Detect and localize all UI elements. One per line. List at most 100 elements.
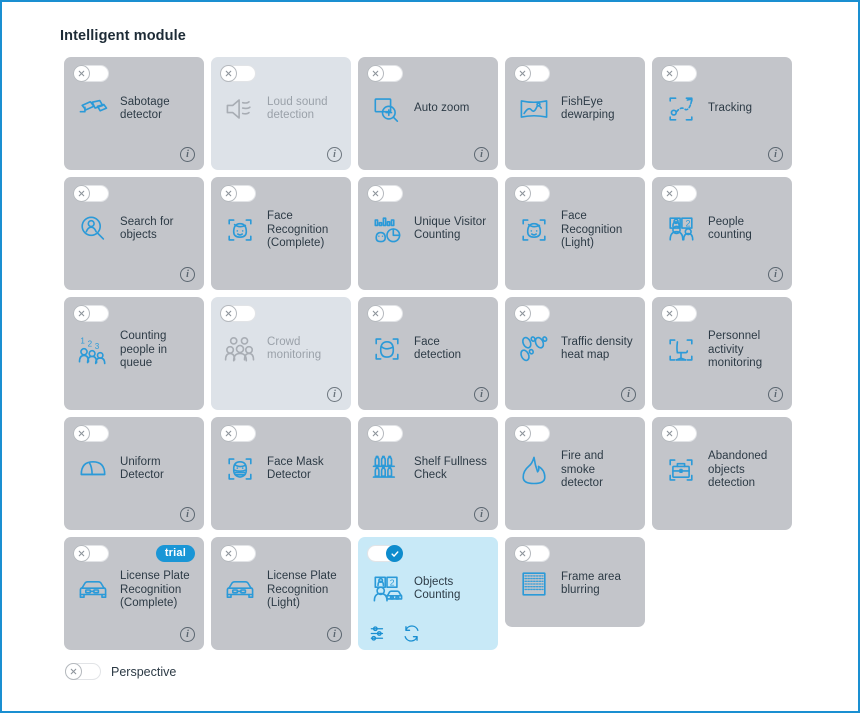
perspective-toggle[interactable] (65, 663, 101, 680)
module-card-auto-zoom[interactable]: Auto zoom i (358, 57, 498, 170)
toggle-crowd-monitoring[interactable] (220, 305, 256, 322)
module-card-crowd-monitoring[interactable]: Crowd monitoring i (211, 297, 351, 410)
module-card-frame-area-blurring[interactable]: Frame area blurring (505, 537, 645, 627)
module-card-label: Fire and smoke detector (561, 450, 604, 489)
toggle-unique-visitor-counting[interactable] (367, 185, 403, 202)
toggle-personnel-activity-monitoring[interactable] (661, 305, 697, 322)
toggle-uniform-detector[interactable] (73, 425, 109, 442)
info-icon[interactable]: i (768, 147, 783, 162)
toggle-frame-area-blurring[interactable] (514, 545, 550, 562)
module-card-label: Face Recognition (Complete) (267, 210, 329, 249)
module-card-fire-and-smoke-detector[interactable]: Fire and smoke detector (505, 417, 645, 530)
toggle-knob-off-icon (220, 425, 237, 442)
info-icon[interactable]: i (180, 507, 195, 522)
toggle-license-plate-recognition-complete[interactable] (73, 545, 109, 562)
toggle-tracking[interactable] (661, 65, 697, 82)
module-card-license-plate-recognition-complete[interactable]: trial License Plate Recognition (Complete… (64, 537, 204, 650)
module-card-body: Fire and smoke detector (515, 450, 637, 491)
info-icon[interactable]: i (327, 387, 342, 402)
toggle-people-counting[interactable] (661, 185, 697, 202)
info-icon[interactable]: i (474, 147, 489, 162)
toggle-knob-off-icon (514, 425, 531, 442)
module-card-label: Shelf Fullness Check (414, 455, 487, 482)
toggle-knob-off-icon (73, 65, 90, 82)
module-card-tracking[interactable]: Tracking i (652, 57, 792, 170)
module-card-body: Face detection (368, 330, 490, 368)
toggle-fire-and-smoke-detector[interactable] (514, 425, 550, 442)
refresh-sync-icon[interactable] (402, 624, 421, 643)
module-card-counting-people-in-queue[interactable]: 1 2 3 Counting people in queue (64, 297, 204, 410)
toggle-knob-off-icon (367, 185, 384, 202)
module-card-personnel-activity-monitoring[interactable]: Personnel activity monitoring i (652, 297, 792, 410)
toggle-face-recognition-light[interactable] (514, 185, 550, 202)
info-icon[interactable]: i (327, 147, 342, 162)
toggle-fisheye-dewarping[interactable] (514, 65, 550, 82)
module-card-face-recognition-light[interactable]: Face Recognition (Light) (505, 177, 645, 290)
perspective-row: Perspective (65, 663, 176, 680)
auto-zoom-icon (368, 90, 406, 128)
toggle-knob-off-icon (220, 65, 237, 82)
face-mask-icon (221, 450, 259, 488)
module-card-uniform-detector[interactable]: Uniform Detector i (64, 417, 204, 530)
people-counting-icon: 2 (662, 210, 700, 248)
info-icon[interactable]: i (768, 387, 783, 402)
module-card-objects-counting[interactable]: 2 Objects Counting (358, 537, 498, 650)
info-icon[interactable]: i (768, 267, 783, 282)
toggle-sabotage-detector[interactable] (73, 65, 109, 82)
footprints-icon (515, 330, 553, 368)
module-card-face-detection[interactable]: Face detection i (358, 297, 498, 410)
info-icon[interactable]: i (621, 387, 636, 402)
toggle-knob-off-icon (661, 425, 678, 442)
toggle-traffic-density-heat-map[interactable] (514, 305, 550, 322)
module-row: Search for objects i Face Recognition (Com… (64, 177, 794, 290)
module-card-body: Sabotage detector (74, 90, 196, 128)
toggle-license-plate-recognition-light[interactable] (220, 545, 256, 562)
toggle-counting-people-in-queue[interactable] (73, 305, 109, 322)
toggle-knob-off-icon (661, 185, 678, 202)
intelligent-module-panel: Intelligent module Sabotage detector i Lou… (0, 0, 860, 713)
loud-sound-icon (221, 90, 259, 128)
toggle-face-detection[interactable] (367, 305, 403, 322)
module-card-label: FishEye dewarping (561, 95, 615, 122)
info-icon[interactable]: i (327, 627, 342, 642)
trial-badge: trial (155, 545, 195, 562)
toggle-face-mask-detector[interactable] (220, 425, 256, 442)
module-card-loud-sound-detection[interactable]: Loud sound detection i (211, 57, 351, 170)
face-recognition-icon (221, 211, 259, 249)
search-person-icon (74, 210, 112, 248)
toggle-face-recognition-complete[interactable] (220, 185, 256, 202)
toggle-objects-counting[interactable] (367, 545, 403, 562)
toggle-auto-zoom[interactable] (367, 65, 403, 82)
info-icon[interactable]: i (180, 147, 195, 162)
module-card-body: 2 Objects Counting (368, 570, 490, 608)
module-card-abandoned-objects-detection[interactable]: Abandoned objects detection (652, 417, 792, 530)
module-card-face-recognition-complete[interactable]: Face Recognition (Complete) (211, 177, 351, 290)
module-card-body: Search for objects (74, 210, 196, 248)
settings-sliders-icon[interactable] (369, 624, 388, 643)
module-card-license-plate-recognition-light[interactable]: License Plate Recognition (Light) i (211, 537, 351, 650)
module-card-sabotage-detector[interactable]: Sabotage detector i (64, 57, 204, 170)
toggle-knob-on-check-icon (386, 545, 403, 562)
toggle-shelf-fullness-check[interactable] (367, 425, 403, 442)
module-card-shelf-fullness-check[interactable]: Shelf Fullness Check i (358, 417, 498, 530)
toggle-search-for-objects[interactable] (73, 185, 109, 202)
module-card-label: Abandoned objects detection (708, 450, 768, 489)
toggle-loud-sound-detection[interactable] (220, 65, 256, 82)
module-card-label: Face Recognition (Light) (561, 210, 623, 249)
module-card-unique-visitor-counting[interactable]: Unique Visitor Counting (358, 177, 498, 290)
module-card-label: License Plate Recognition (Light) (267, 570, 337, 609)
module-card-body: Face Recognition (Light) (515, 210, 637, 251)
module-card-grid: Sabotage detector i Loud sound detection i A… (64, 57, 794, 657)
module-card-search-for-objects[interactable]: Search for objects i (64, 177, 204, 290)
toggle-abandoned-objects-detection[interactable] (661, 425, 697, 442)
module-card-face-mask-detector[interactable]: Face Mask Detector (211, 417, 351, 530)
info-icon[interactable]: i (180, 267, 195, 282)
info-icon[interactable]: i (180, 627, 195, 642)
module-card-body: Tracking (662, 90, 784, 128)
module-card-people-counting[interactable]: 2 People counting i (652, 177, 792, 290)
info-icon[interactable]: i (474, 387, 489, 402)
info-icon[interactable]: i (474, 507, 489, 522)
module-card-traffic-density-heat-map[interactable]: Traffic density heat map i (505, 297, 645, 410)
module-card-body: Shelf Fullness Check (368, 450, 490, 488)
module-card-fisheye-dewarping[interactable]: FishEye dewarping (505, 57, 645, 170)
